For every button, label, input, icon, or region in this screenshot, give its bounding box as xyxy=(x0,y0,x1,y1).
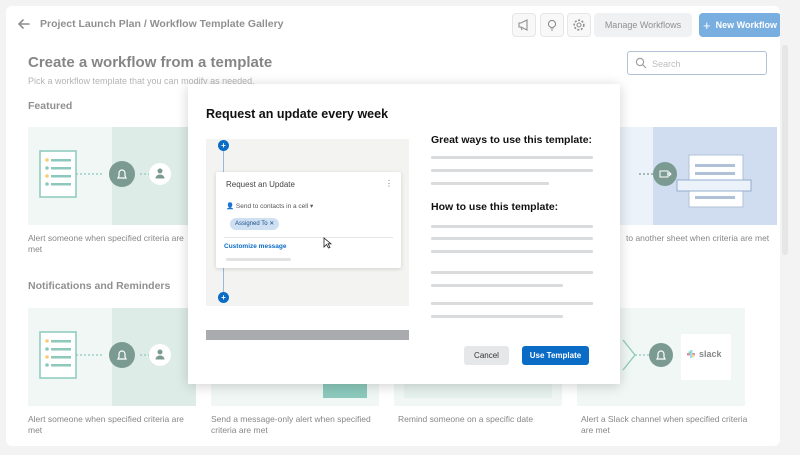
placeholder-line xyxy=(431,271,593,274)
placeholder-line xyxy=(431,156,593,159)
modal-title: Request an update every week xyxy=(206,107,389,121)
placeholder-line xyxy=(431,225,593,228)
request-update-title: Request an Update xyxy=(226,180,295,189)
placeholder-line xyxy=(431,315,563,318)
placeholder-line xyxy=(431,169,593,172)
send-to-label: 👤 Send to contacts in a cell ▾ xyxy=(226,203,314,210)
mouse-cursor-icon xyxy=(323,237,333,249)
placeholder-line xyxy=(431,284,563,287)
use-template-button[interactable]: Use Template xyxy=(522,346,589,365)
placeholder-line xyxy=(431,237,593,240)
placeholder-bar xyxy=(226,258,291,261)
flow-node-icon: + xyxy=(218,292,229,303)
flow-node-icon: + xyxy=(218,140,229,151)
more-options-icon: ⋮ xyxy=(385,179,393,188)
placeholder-line xyxy=(431,182,549,185)
recipient-chip: Assigned To ✕ xyxy=(230,218,280,230)
cancel-button[interactable]: Cancel xyxy=(464,346,509,365)
template-preview-modal: Request an update every week + + Request… xyxy=(188,84,620,384)
placeholder-line xyxy=(431,250,593,253)
how-heading: How to use this template: xyxy=(431,201,559,213)
customize-message-link: Customize message xyxy=(224,243,287,250)
ways-heading: Great ways to use this template: xyxy=(431,134,593,146)
user-icon: 👤 xyxy=(226,203,236,210)
placeholder-line xyxy=(431,302,593,305)
request-update-block: Request an Update ⋮ 👤 Send to contacts i… xyxy=(216,172,401,268)
preview-scrollbar[interactable] xyxy=(206,330,409,340)
divider xyxy=(224,237,393,238)
